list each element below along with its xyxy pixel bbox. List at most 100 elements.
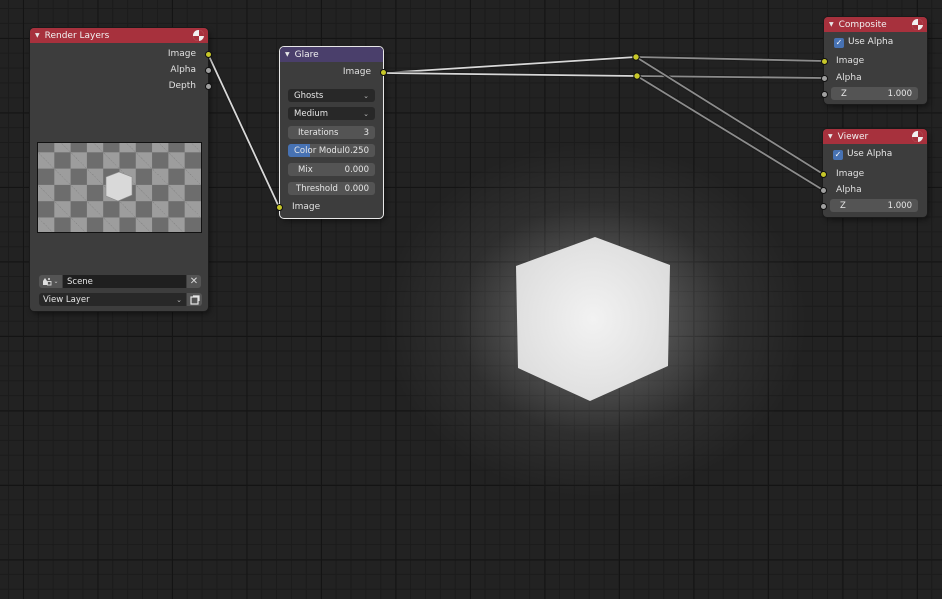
reroute-node-a xyxy=(632,53,640,61)
color-modulation-slider[interactable]: Color Modul 0.250 xyxy=(288,144,375,157)
backdrop-cube-image xyxy=(516,237,670,401)
chevron-down-icon: ⌄ xyxy=(176,295,182,304)
socket-label: Image xyxy=(167,49,196,59)
node-render-layers[interactable]: ▼ Render Layers Image Alpha Depth ⌄ Scen… xyxy=(30,28,212,311)
field-label: Iterations xyxy=(298,127,339,138)
node-title: Glare xyxy=(294,49,319,60)
field-label: Z xyxy=(841,88,847,99)
socket-label: Image xyxy=(836,169,865,179)
field-label: Z xyxy=(840,200,846,211)
render-result-icon[interactable] xyxy=(193,30,204,41)
reroute-node-b xyxy=(633,72,641,80)
render-preview xyxy=(37,142,202,233)
output-image: Image xyxy=(168,48,196,60)
quality-value: Medium xyxy=(294,108,328,119)
render-layer-button[interactable] xyxy=(187,293,202,306)
link-rerouteB-composite-alpha xyxy=(635,74,826,80)
render-layer-icon xyxy=(189,294,200,305)
quality-dropdown[interactable]: Medium ⌄ xyxy=(288,107,375,120)
link-rerouteA-viewer-image xyxy=(634,55,825,176)
use-alpha-checkbox[interactable]: ✓ xyxy=(833,150,843,160)
socket-label: Alpha xyxy=(836,73,862,83)
preview-cube-image xyxy=(105,172,133,202)
field-value: 1.000 xyxy=(887,88,912,99)
socket-label: Alpha xyxy=(170,65,196,75)
unlink-scene-button[interactable]: ✕ xyxy=(187,275,201,288)
field-label: Color Modul xyxy=(294,145,345,156)
chevron-down-icon: ⌄ xyxy=(53,278,59,285)
input-image: Image xyxy=(836,168,864,180)
node-title: Composite xyxy=(838,19,887,30)
z-field[interactable]: Z 1.000 xyxy=(831,87,918,100)
chevron-down-icon: ⌄ xyxy=(363,109,369,118)
iterations-field[interactable]: Iterations 3 xyxy=(288,126,375,139)
node-header[interactable]: ▼ Viewer xyxy=(823,129,927,144)
output-image: Image xyxy=(343,66,371,78)
mix-slider[interactable]: Mix 0.000 xyxy=(288,163,375,176)
field-label: Threshold xyxy=(296,183,338,194)
node-glare[interactable]: ▼ Glare Image Ghosts ⌄ Medium ⌄ Iteratio… xyxy=(275,47,387,218)
threshold-field[interactable]: Threshold 0.000 xyxy=(288,182,375,195)
scene-icon xyxy=(43,278,52,286)
socket-label: Depth xyxy=(168,81,196,91)
input-alpha: Alpha xyxy=(836,184,862,196)
link-glare-rerouteB xyxy=(381,71,639,78)
field-label: Mix xyxy=(298,164,313,175)
field-value: 0.250 xyxy=(344,145,369,156)
output-socket-depth[interactable] xyxy=(204,82,212,90)
input-socket-image[interactable] xyxy=(819,170,827,178)
input-socket-alpha[interactable] xyxy=(820,74,828,82)
input-alpha: Alpha xyxy=(836,72,862,84)
link-rerouteB-viewer-alpha xyxy=(635,74,825,192)
link-glare-rerouteA xyxy=(381,55,638,75)
glare-type-dropdown[interactable]: Ghosts ⌄ xyxy=(288,89,375,102)
view-layer-dropdown[interactable]: View Layer ⌄ xyxy=(39,293,186,306)
output-depth: Depth xyxy=(169,80,196,92)
input-socket-image[interactable] xyxy=(275,203,283,211)
collapse-arrow-icon[interactable]: ▼ xyxy=(35,32,40,39)
link-renderlayers-glare xyxy=(206,52,281,209)
use-alpha-label: Use Alpha xyxy=(848,37,894,47)
node-header[interactable]: ▼ Render Layers xyxy=(30,28,208,43)
node-title: Render Layers xyxy=(44,30,110,41)
socket-label: Alpha xyxy=(836,185,862,195)
output-socket-image[interactable] xyxy=(204,50,212,58)
scene-name: Scene xyxy=(67,276,93,287)
field-value: 1.000 xyxy=(887,200,912,211)
input-image: Image xyxy=(292,201,320,213)
socket-label: Image xyxy=(292,202,321,212)
input-socket-alpha[interactable] xyxy=(819,186,827,194)
view-layer-label: View Layer xyxy=(43,294,90,305)
input-socket-z[interactable] xyxy=(819,202,827,210)
output-alpha: Alpha xyxy=(170,64,196,76)
collapse-arrow-icon[interactable]: ▼ xyxy=(285,51,290,58)
scene-name-field[interactable]: Scene xyxy=(63,275,186,288)
use-alpha-label: Use Alpha xyxy=(847,149,893,159)
node-title: Viewer xyxy=(837,131,869,142)
field-value: 3 xyxy=(363,127,369,138)
render-result-icon[interactable] xyxy=(912,131,923,142)
field-value: 0.000 xyxy=(344,183,369,194)
link-rerouteA-composite-image xyxy=(634,55,826,63)
close-icon: ✕ xyxy=(189,276,199,287)
render-result-icon[interactable] xyxy=(912,19,923,30)
output-socket-image[interactable] xyxy=(379,69,387,76)
node-composite[interactable]: ▼ Composite ✓ Use Alpha Image Alpha Z 1.… xyxy=(820,17,927,104)
input-image: Image xyxy=(836,55,864,67)
z-field[interactable]: Z 1.000 xyxy=(830,199,918,212)
use-alpha-checkbox[interactable]: ✓ xyxy=(834,38,844,48)
node-header[interactable]: ▼ Composite xyxy=(824,17,927,32)
input-socket-image[interactable] xyxy=(820,57,828,65)
collapse-arrow-icon[interactable]: ▼ xyxy=(829,21,834,28)
input-socket-z[interactable] xyxy=(820,90,828,98)
output-socket-alpha[interactable] xyxy=(204,66,212,74)
node-header[interactable]: ▼ Glare xyxy=(280,47,383,62)
socket-label: Image xyxy=(342,67,371,77)
field-value: 0.000 xyxy=(344,164,369,175)
chevron-down-icon: ⌄ xyxy=(363,91,369,100)
scene-selector-button[interactable]: ⌄ xyxy=(39,275,62,288)
node-viewer[interactable]: ▼ Viewer ✓ Use Alpha Image Alpha Z 1.000 xyxy=(819,129,927,217)
socket-label: Image xyxy=(836,56,865,66)
collapse-arrow-icon[interactable]: ▼ xyxy=(828,133,833,140)
glare-type-value: Ghosts xyxy=(294,90,324,101)
